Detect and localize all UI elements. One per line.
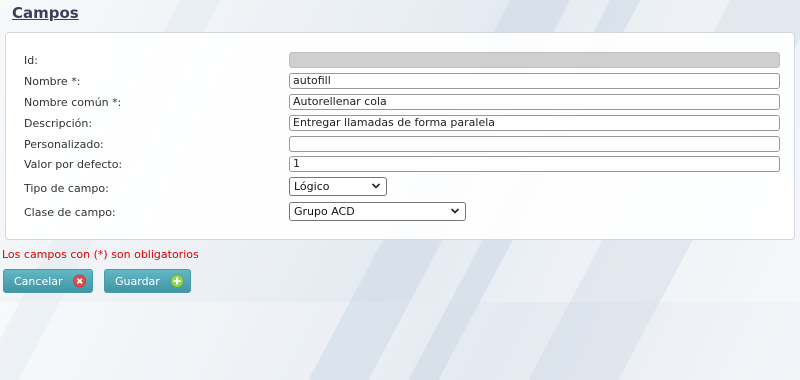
clase-campo-row: Clase de campo: Grupo ACD bbox=[24, 202, 780, 221]
valor-defecto-label: Valor por defecto: bbox=[24, 158, 123, 171]
page-title: Campos bbox=[12, 4, 79, 22]
valor-defecto-field[interactable]: 1 bbox=[289, 156, 780, 172]
save-button-label: Guardar bbox=[115, 274, 160, 288]
nombre-comun-row: Nombre común *: Autorellenar cola bbox=[24, 94, 780, 110]
cancel-button-label: Cancelar bbox=[14, 274, 63, 288]
plus-circle-icon bbox=[170, 274, 184, 288]
personalizado-label: Personalizado: bbox=[24, 138, 104, 151]
cancel-button[interactable]: Cancelar bbox=[3, 269, 93, 293]
nombre-comun-field[interactable]: Autorellenar cola bbox=[289, 94, 780, 110]
close-circle-icon bbox=[72, 274, 86, 288]
chevron-down-icon bbox=[371, 183, 381, 189]
required-fields-note: Los campos con (*) son obligatorios bbox=[2, 248, 199, 261]
tipo-campo-select[interactable]: Lógico bbox=[289, 177, 387, 196]
clase-campo-label: Clase de campo: bbox=[24, 206, 116, 219]
descripcion-field[interactable]: Entregar llamadas de forma paralela bbox=[289, 115, 780, 131]
valor-defecto-row: Valor por defecto: 1 bbox=[24, 156, 780, 172]
clase-campo-select[interactable]: Grupo ACD bbox=[289, 202, 466, 221]
personalizado-field[interactable] bbox=[289, 136, 780, 152]
chevron-down-icon bbox=[450, 208, 460, 214]
tipo-campo-label: Tipo de campo: bbox=[24, 182, 109, 195]
tipo-campo-selected: Lógico bbox=[294, 180, 330, 193]
nombre-field[interactable]: autofill bbox=[289, 73, 780, 89]
form-panel: Id: Nombre *: autofill Nombre común *: A… bbox=[5, 32, 795, 240]
id-field bbox=[289, 52, 780, 68]
nombre-row: Nombre *: autofill bbox=[24, 73, 780, 89]
clase-campo-selected: Grupo ACD bbox=[294, 205, 355, 218]
id-label: Id: bbox=[24, 54, 38, 67]
descripcion-row: Descripción: Entregar llamadas de forma … bbox=[24, 115, 780, 131]
tipo-campo-row: Tipo de campo: Lógico bbox=[24, 177, 780, 196]
nombre-label: Nombre *: bbox=[24, 75, 81, 88]
id-row: Id: bbox=[24, 52, 780, 68]
save-button[interactable]: Guardar bbox=[104, 269, 191, 293]
descripcion-label: Descripción: bbox=[24, 117, 93, 130]
nombre-comun-label: Nombre común *: bbox=[24, 96, 122, 109]
personalizado-row: Personalizado: bbox=[24, 136, 780, 152]
